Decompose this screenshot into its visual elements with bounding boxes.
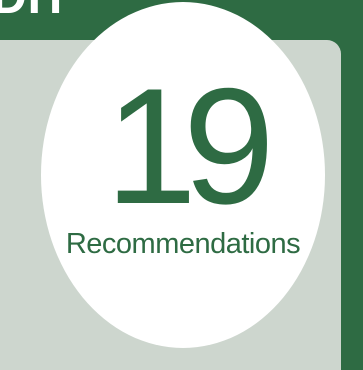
stat-value: 19 — [105, 54, 275, 238]
header-title: DH — [0, 0, 63, 22]
stat-card: { "header": { "text": "DH" }, "stat": { … — [0, 0, 363, 370]
stat-label: Recommendations — [65, 228, 301, 260]
